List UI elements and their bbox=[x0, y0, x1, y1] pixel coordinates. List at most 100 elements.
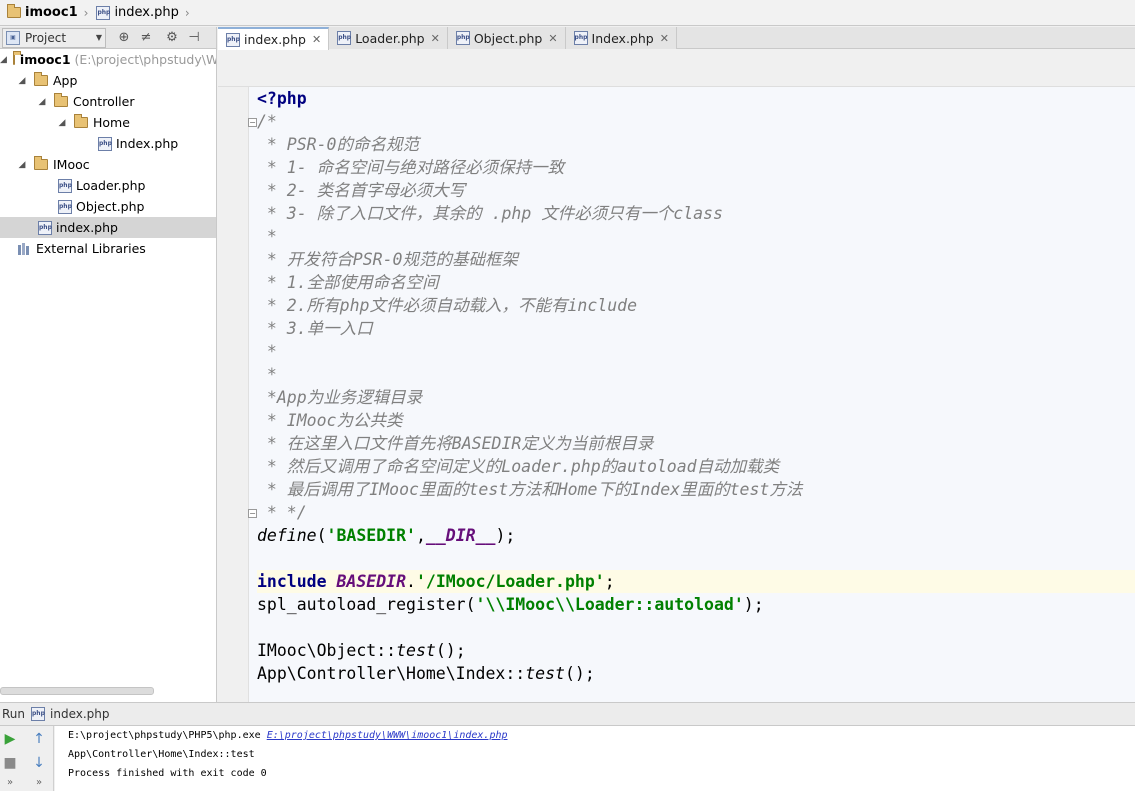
folder-icon bbox=[74, 114, 88, 128]
tree-item-home[interactable]: ◢ Home bbox=[0, 112, 216, 133]
close-icon[interactable]: ✕ bbox=[548, 32, 557, 45]
code-line: * bbox=[257, 365, 277, 384]
project-view-selector[interactable]: ▣ Project ▼ bbox=[2, 27, 106, 48]
editor-tabs: php index.php ✕ php Loader.php ✕ php Obj… bbox=[218, 27, 1135, 50]
tree-item-external-libraries[interactable]: External Libraries bbox=[0, 238, 216, 259]
tree-item-index-php[interactable]: php index.php bbox=[0, 217, 216, 238]
php-file-icon: php bbox=[58, 199, 72, 214]
folder-icon bbox=[54, 93, 68, 107]
scroll-from-source-icon[interactable]: ⊕ bbox=[114, 28, 134, 48]
stop-icon[interactable]: ■ bbox=[1, 754, 19, 772]
php-file-icon: php bbox=[31, 707, 46, 721]
php-file-icon: php bbox=[58, 178, 72, 193]
token: IMooc\Object:: bbox=[257, 641, 397, 660]
folder-icon bbox=[34, 156, 48, 170]
token: include bbox=[257, 572, 327, 591]
gear-icon[interactable]: ⚙ bbox=[162, 28, 182, 48]
more-icon[interactable]: » bbox=[30, 773, 48, 791]
project-toolbar: ▣ Project ▼ ⊕ ≠ ⚙ ⊣ bbox=[0, 27, 217, 49]
project-view-label: Project bbox=[25, 30, 67, 45]
run-panel-header: Run php index.php bbox=[0, 702, 1135, 726]
code-line: * 1.全部使用命名空间 bbox=[257, 273, 439, 292]
code-line-define: define('BASEDIR',__DIR__); bbox=[257, 524, 1135, 547]
token: (); bbox=[435, 641, 466, 660]
arrow-down-icon[interactable]: ↓ bbox=[30, 754, 48, 772]
library-icon bbox=[18, 242, 32, 255]
breadcrumb-file-label: index.php bbox=[114, 5, 179, 20]
tree-item-label: Object.php bbox=[76, 199, 145, 214]
expand-arrow-icon[interactable]: ◢ bbox=[36, 97, 48, 107]
token: define bbox=[257, 526, 317, 545]
arrow-up-icon[interactable]: ↑ bbox=[30, 730, 48, 748]
project-tree: ◢ imooc1 (E:\project\phpstudy\W ◢ App ◢ … bbox=[0, 49, 217, 702]
tab-label: Object.php bbox=[473, 30, 543, 46]
tree-item-app[interactable]: ◢ App bbox=[0, 70, 216, 91]
token: ); bbox=[495, 526, 516, 545]
tree-item-object-php[interactable]: php Object.php bbox=[0, 196, 216, 217]
token: ); bbox=[743, 595, 764, 614]
fold-marker-icon[interactable]: − bbox=[248, 509, 257, 518]
code-editor[interactable]: − − <?php /* * PSR-0的命名规范 * 1- 命名空间与绝对路径… bbox=[218, 87, 1135, 702]
code-line: <?php bbox=[257, 89, 307, 108]
code-line: * */ bbox=[257, 503, 307, 522]
collapse-all-icon[interactable]: ≠ bbox=[136, 28, 156, 48]
run-config-label[interactable]: index.php bbox=[50, 707, 109, 721]
fold-marker-icon[interactable]: − bbox=[248, 118, 257, 127]
code-line: * 2- 类名首字母必须大写 bbox=[257, 181, 466, 200]
close-icon[interactable]: ✕ bbox=[660, 32, 669, 45]
code-line-include: include BASEDIR.'/IMooc/Loader.php'; bbox=[257, 570, 1135, 593]
breadcrumb-file[interactable]: php index.php › bbox=[93, 2, 194, 24]
close-icon[interactable]: ✕ bbox=[312, 33, 321, 46]
code-line: * 在这里入口文件首先将BASEDIR定义为当前根目录 bbox=[257, 434, 654, 453]
breadcrumb-project[interactable]: imooc1 › bbox=[4, 2, 93, 24]
editor-header-area bbox=[218, 50, 1135, 87]
tree-item-loader-php[interactable]: php Loader.php bbox=[0, 175, 216, 196]
play-icon[interactable]: ▶ bbox=[1, 730, 19, 748]
breadcrumb: imooc1 › php index.php › bbox=[0, 0, 1135, 26]
expand-arrow-icon[interactable]: ◢ bbox=[0, 55, 7, 65]
code-line: * 开发符合PSR-0规范的基础框架 bbox=[257, 250, 518, 269]
tab-index-php-home[interactable]: php Index.php ✕ bbox=[565, 27, 677, 49]
tab-object-php[interactable]: php Object.php ✕ bbox=[447, 27, 566, 49]
token: , bbox=[415, 526, 426, 545]
horizontal-scrollbar[interactable] bbox=[0, 687, 154, 695]
code-line-spl: spl_autoload_register('\\IMooc\\Loader::… bbox=[257, 593, 1135, 616]
tab-index-php[interactable]: php index.php ✕ bbox=[218, 27, 330, 50]
close-icon[interactable]: ✕ bbox=[431, 32, 440, 45]
tree-item-label: imooc1 bbox=[19, 52, 71, 67]
token: ; bbox=[604, 572, 615, 591]
hide-panel-icon[interactable]: ⊣ bbox=[184, 28, 204, 48]
php-file-icon: php bbox=[226, 32, 240, 47]
tree-item-label: Index.php bbox=[116, 136, 179, 151]
php-file-icon: php bbox=[98, 136, 112, 151]
code-line: * 1- 命名空间与绝对路径必须保持一致 bbox=[257, 158, 565, 177]
console-output: App\Controller\Home\Index::test bbox=[68, 749, 255, 760]
token: (); bbox=[564, 664, 595, 683]
tree-item-home-index-php[interactable]: php Index.php bbox=[0, 133, 216, 154]
expand-arrow-icon[interactable]: ◢ bbox=[16, 76, 28, 86]
token: test bbox=[525, 664, 565, 683]
chevron-down-icon: ▼ bbox=[95, 33, 102, 42]
expand-arrow-icon[interactable]: ◢ bbox=[56, 118, 68, 128]
chevron-right-icon: › bbox=[83, 5, 89, 20]
more-icon[interactable]: » bbox=[1, 773, 19, 791]
tree-item-imooc1[interactable]: ◢ imooc1 (E:\project\phpstudy\W bbox=[0, 49, 216, 70]
token: . bbox=[406, 572, 416, 591]
run-toolbar: ▶ ↑ ■ ↓ » » bbox=[0, 726, 54, 791]
tab-loader-php[interactable]: php Loader.php ✕ bbox=[329, 27, 448, 49]
tree-item-controller[interactable]: ◢ Controller bbox=[0, 91, 216, 112]
tree-item-imooc[interactable]: ◢ IMooc bbox=[0, 154, 216, 175]
php-file-icon: php bbox=[573, 31, 588, 45]
token: ( bbox=[316, 526, 327, 545]
console-script-link[interactable]: E:\project\phpstudy\WWW\imooc1\index.php bbox=[267, 730, 508, 741]
code-line: * 2.所有php文件必须自动载入，不能有include bbox=[257, 296, 638, 315]
expand-arrow-icon[interactable]: ◢ bbox=[16, 160, 28, 170]
chevron-right-icon: › bbox=[184, 5, 190, 20]
token: spl_autoload_register( bbox=[257, 595, 476, 614]
tree-item-label: External Libraries bbox=[36, 241, 146, 256]
run-console[interactable]: E:\project\phpstudy\PHP5\php.exe E:\proj… bbox=[55, 726, 1135, 791]
tab-label: Index.php bbox=[591, 30, 654, 46]
